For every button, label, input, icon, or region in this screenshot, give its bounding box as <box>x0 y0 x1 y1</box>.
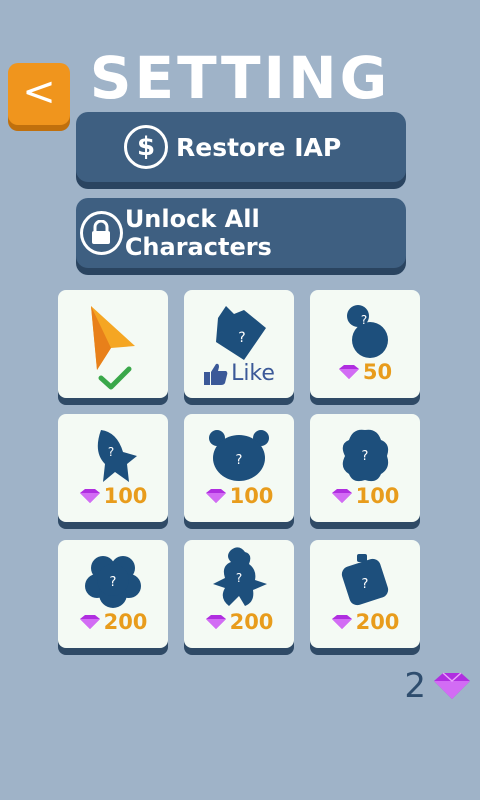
restore-iap-label: Restore IAP <box>176 132 342 162</box>
locked-character-icon: ? <box>216 306 266 360</box>
price-tag: 200 <box>184 610 294 634</box>
checkmark-icon <box>98 366 132 390</box>
facebook-like-button: Like <box>184 361 294 386</box>
gem-icon <box>79 489 100 503</box>
character-card-blob[interactable]: ? 100 <box>310 414 420 522</box>
svg-text:?: ? <box>236 571 242 585</box>
svg-text:?: ? <box>110 575 117 590</box>
svg-text:?: ? <box>362 449 369 464</box>
price-tag: 100 <box>310 484 420 508</box>
svg-text:?: ? <box>361 313 367 327</box>
gem-icon <box>331 615 352 629</box>
locked-character-icon: ? <box>342 429 389 482</box>
price-tag: 50 <box>310 360 420 384</box>
lock-icon <box>80 211 123 255</box>
character-card-like[interactable]: ? Like <box>184 290 294 398</box>
character-card-bear[interactable]: ? 100 <box>184 414 294 522</box>
price-tag: 100 <box>58 484 168 508</box>
restore-iap-button[interactable]: $ Restore IAP <box>76 112 406 182</box>
svg-text:?: ? <box>236 453 243 468</box>
like-label: Like <box>231 361 275 386</box>
unlock-all-button[interactable]: Unlock All Characters <box>76 198 406 268</box>
gem-icon <box>434 672 470 699</box>
price-tag: 200 <box>310 610 420 634</box>
arrow-character-icon <box>91 306 135 370</box>
thumbs-up-icon <box>204 363 228 385</box>
dollar-icon: $ <box>124 125 168 169</box>
locked-character-icon: ? <box>85 556 141 608</box>
character-card-rocket[interactable]: ? 100 <box>58 414 168 522</box>
svg-text:?: ? <box>238 330 245 346</box>
locked-character-icon: ? <box>97 430 137 482</box>
character-card-arrow[interactable] <box>58 290 168 398</box>
page-title: SETTING <box>89 44 391 112</box>
locked-character-icon: ? <box>213 547 267 606</box>
gem-count: 2 <box>404 666 426 706</box>
character-card-cube[interactable]: ? 200 <box>310 540 420 648</box>
character-card-rooster[interactable]: ? 200 <box>184 540 294 648</box>
character-card-cloud[interactable]: ? 200 <box>58 540 168 648</box>
svg-text:?: ? <box>108 445 114 459</box>
character-card-gourd[interactable]: ? 50 <box>310 290 420 398</box>
gem-icon <box>205 489 226 503</box>
price-tag: 200 <box>58 610 168 634</box>
gem-icon <box>79 615 100 629</box>
gem-icon <box>338 365 359 379</box>
price-tag: 100 <box>184 484 294 508</box>
locked-character-icon: ? <box>209 430 269 481</box>
unlock-all-label: Unlock All Characters <box>124 205 272 261</box>
locked-character-icon: ? <box>341 554 389 606</box>
gem-balance: 2 <box>404 666 472 706</box>
locked-character-icon: ? <box>347 305 388 358</box>
svg-text:?: ? <box>362 577 369 592</box>
gem-icon <box>205 615 226 629</box>
gem-icon <box>331 489 352 503</box>
